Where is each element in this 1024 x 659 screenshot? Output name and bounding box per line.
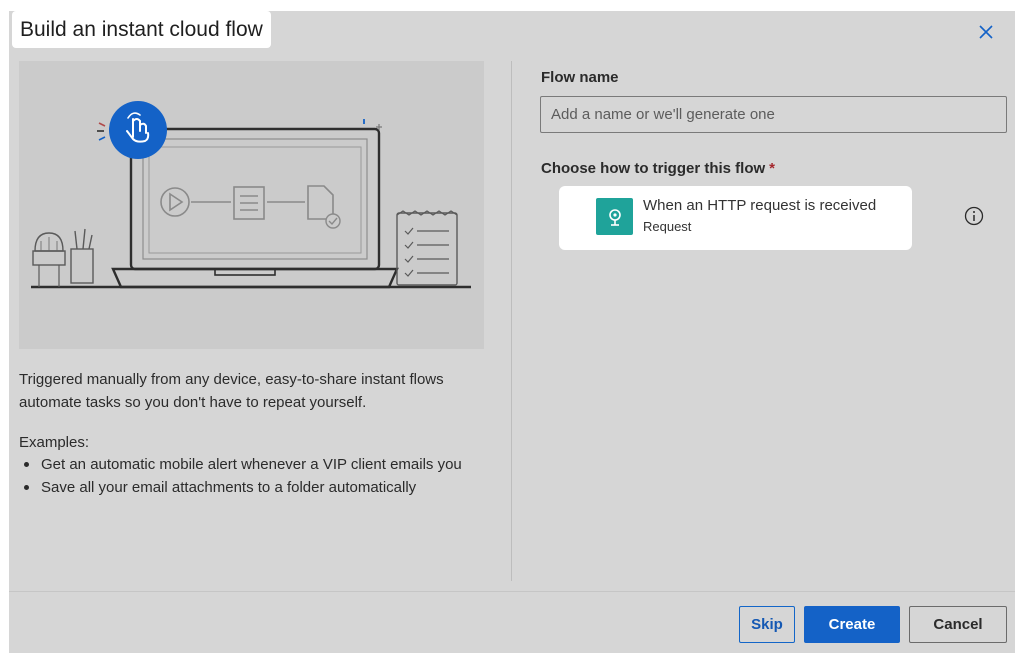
examples-label: Examples:	[19, 434, 90, 451]
http-request-icon	[596, 198, 633, 235]
info-button[interactable]	[964, 206, 984, 226]
page: Build an instant cloud flow Triggered ma…	[0, 0, 1024, 659]
info-icon	[964, 206, 984, 226]
trigger-title: When an HTTP request is received	[643, 197, 877, 214]
flow-name-label: Flow name	[541, 69, 619, 86]
trigger-label-text: Choose how to trigger this flow	[541, 160, 766, 177]
column-divider	[511, 61, 512, 581]
examples-list: Get an automatic mobile alert whenever a…	[19, 453, 479, 499]
skip-button[interactable]: Skip	[739, 606, 795, 643]
example-item: Get an automatic mobile alert whenever a…	[19, 453, 479, 476]
trigger-label: Choose how to trigger this flow *	[541, 160, 775, 177]
create-button[interactable]: Create	[804, 606, 900, 643]
flow-name-input[interactable]	[540, 96, 1007, 133]
flow-description: Triggered manually from any device, easy…	[19, 371, 444, 411]
close-button[interactable]	[975, 21, 997, 43]
example-item: Save all your email attachments to a fol…	[19, 476, 479, 499]
close-icon	[979, 25, 993, 39]
trigger-subtitle: Request	[643, 219, 692, 234]
dialog-title: Build an instant cloud flow	[12, 11, 271, 48]
trigger-option-http-request[interactable]: When an HTTP request is received Request	[559, 186, 912, 250]
required-asterisk: *	[769, 160, 776, 177]
cancel-button[interactable]: Cancel	[909, 606, 1007, 643]
illustration	[19, 61, 484, 349]
footer-divider	[9, 591, 1015, 592]
